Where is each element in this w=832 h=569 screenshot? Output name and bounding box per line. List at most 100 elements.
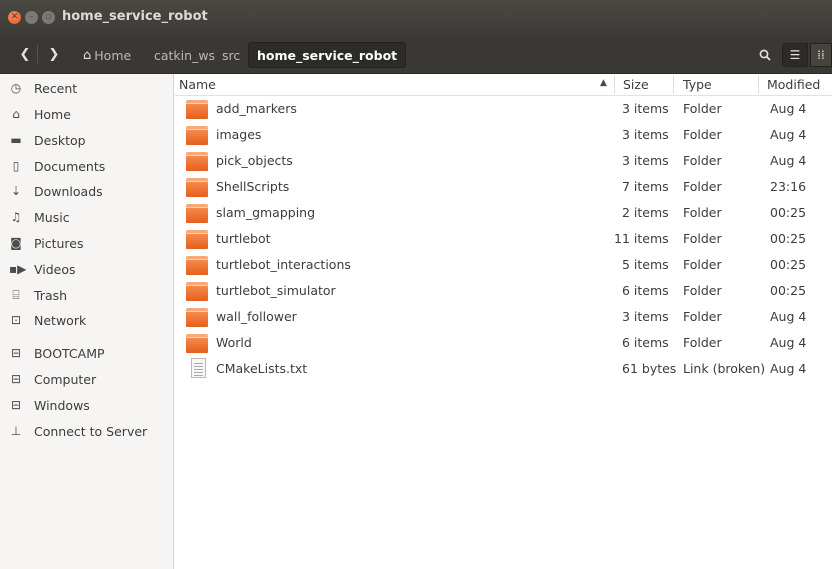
file-modified: 00:25 [770, 283, 807, 298]
file-modified: Aug 4 [770, 335, 807, 350]
file-modified: Aug 4 [770, 153, 807, 168]
list-view-button[interactable]: ☰ [782, 43, 808, 67]
sidebar-item-connect-to-server[interactable]: ⊥ Connect to Server [0, 419, 174, 443]
forward-button[interactable]: ❯ [43, 43, 65, 65]
file-name: images [216, 127, 262, 142]
folder-icon [186, 229, 208, 249]
table-row[interactable]: turtlebot_interactions 5 items Folder 00… [175, 252, 832, 278]
column-divider[interactable] [614, 76, 615, 94]
breadcrumb-label: catkin_ws [154, 47, 216, 63]
clock-icon: ◷ [10, 81, 22, 95]
close-window-icon[interactable]: ✕ [8, 11, 21, 24]
title-bar: ✕ – ▫ home_service_robot [0, 0, 832, 36]
sidebar-item-label: Desktop [34, 132, 86, 148]
column-divider[interactable] [758, 76, 759, 94]
sidebar-item-desktop[interactable]: ▬ Desktop [0, 128, 174, 152]
sidebar-item-label: Downloads [34, 183, 103, 199]
sidebar-item-label: Documents [34, 158, 106, 174]
file-size: 6 items [622, 335, 669, 350]
sidebar-item-bootcamp[interactable]: ⊟ BOOTCAMP [0, 341, 174, 365]
sidebar-item-music[interactable]: ♫ Music [0, 205, 174, 229]
file-size: 61 bytes [622, 361, 677, 376]
sidebar-item-label: Videos [34, 261, 76, 277]
file-size: 11 items [614, 231, 669, 246]
table-row[interactable]: pick_objects 3 items Folder Aug 4 [175, 148, 832, 174]
table-row[interactable]: slam_gmapping 2 items Folder 00:25 [175, 200, 832, 226]
file-size: 3 items [622, 309, 669, 324]
breadcrumb-home-service-robot[interactable]: home_service_robot [248, 42, 407, 68]
minimize-window-icon[interactable]: – [25, 11, 38, 24]
file-modified: 00:25 [770, 205, 807, 220]
grid-view-button[interactable]: ⁞⁞ [810, 43, 832, 67]
column-header-modified[interactable]: Modified [767, 77, 820, 92]
column-header-name[interactable]: Name [179, 77, 216, 92]
column-divider[interactable] [673, 76, 674, 94]
camera-icon: ◙ [10, 236, 22, 250]
sidebar-item-trash[interactable]: ⌸ Trash [0, 283, 174, 307]
file-modified: Aug 4 [770, 101, 807, 116]
document-icon: ▯ [12, 159, 20, 173]
file-type: Folder [683, 205, 722, 220]
file-name: add_markers [216, 101, 297, 116]
breadcrumb-src[interactable]: src [214, 43, 248, 67]
sidebar-item-network[interactable]: ⊡ Network [0, 308, 174, 332]
table-row[interactable]: World 6 items Folder Aug 4 [175, 330, 832, 356]
chevron-right-icon: ❯ [48, 46, 60, 62]
chevron-left-icon: ❮ [19, 46, 31, 62]
table-row[interactable]: add_markers 3 items Folder Aug 4 [175, 96, 832, 122]
table-row[interactable]: turtlebot_simulator 6 items Folder 00:25 [175, 278, 832, 304]
column-header-size[interactable]: Size [623, 77, 649, 92]
sidebar-item-computer[interactable]: ⊟ Computer [0, 367, 174, 391]
file-size: 3 items [622, 153, 669, 168]
home-icon: ⌂ [12, 107, 20, 121]
column-header-type[interactable]: Type [683, 77, 712, 92]
sidebar-item-home[interactable]: ⌂ Home [0, 102, 174, 126]
folder-icon [186, 99, 208, 119]
table-row[interactable]: wall_follower 3 items Folder Aug 4 [175, 304, 832, 330]
file-type: Folder [683, 309, 722, 324]
sidebar-item-label: Connect to Server [34, 423, 148, 439]
sidebar-item-label: Music [34, 209, 70, 225]
nav-divider [37, 45, 38, 63]
trash-icon: ⌸ [12, 287, 20, 302]
sidebar-item-label: Home [34, 106, 71, 122]
table-row[interactable]: turtlebot 11 items Folder 00:25 [175, 226, 832, 252]
desktop-folder-icon: ▬ [10, 133, 22, 147]
breadcrumb-home[interactable]: ⌂ Home [78, 43, 139, 67]
maximize-window-icon[interactable]: ▫ [42, 11, 55, 24]
back-button[interactable]: ❮ [14, 43, 36, 65]
file-modified: Aug 4 [770, 309, 807, 324]
sidebar-item-documents[interactable]: ▯ Documents [0, 154, 174, 178]
table-row[interactable]: CMakeLists.txt 61 bytes Link (broken) Au… [175, 356, 832, 382]
sidebar-item-windows[interactable]: ⊟ Windows [0, 393, 174, 417]
sidebar-item-recent[interactable]: ◷ Recent [0, 76, 174, 100]
table-row[interactable]: images 3 items Folder Aug 4 [175, 122, 832, 148]
table-row[interactable]: ShellScripts 7 items Folder 23:16 [175, 174, 832, 200]
sort-ascending-icon: ▲ [600, 78, 607, 88]
sidebar-item-videos[interactable]: ▪▶ Videos [0, 257, 174, 281]
drive-icon: ⊟ [10, 398, 22, 412]
file-size: 2 items [622, 205, 669, 220]
column-headers: Name ▲ Size Type Modified [175, 74, 832, 96]
file-size: 3 items [622, 101, 669, 116]
file-type: Folder [683, 283, 722, 298]
file-size: 7 items [622, 179, 669, 194]
sidebar-item-label: Trash [34, 287, 68, 303]
search-icon [759, 49, 771, 61]
sidebar-item-pictures[interactable]: ◙ Pictures [0, 231, 174, 255]
folder-icon [186, 307, 208, 327]
file-size: 5 items [622, 257, 669, 272]
breadcrumb-label: home_service_robot [257, 47, 398, 63]
file-type: Folder [683, 231, 722, 246]
breadcrumb-catkin-ws[interactable]: catkin_ws [146, 43, 223, 67]
file-name: World [216, 335, 252, 350]
drive-icon: ⊟ [10, 372, 22, 386]
folder-icon [186, 151, 208, 171]
file-modified: Aug 4 [770, 361, 807, 376]
sidebar-item-downloads[interactable]: ⇣ Downloads [0, 179, 174, 203]
search-button[interactable] [752, 43, 778, 67]
home-icon: ⌂ [83, 47, 92, 63]
file-modified: 00:25 [770, 257, 807, 272]
file-modified: 23:16 [770, 179, 807, 194]
file-modified: 00:25 [770, 231, 807, 246]
